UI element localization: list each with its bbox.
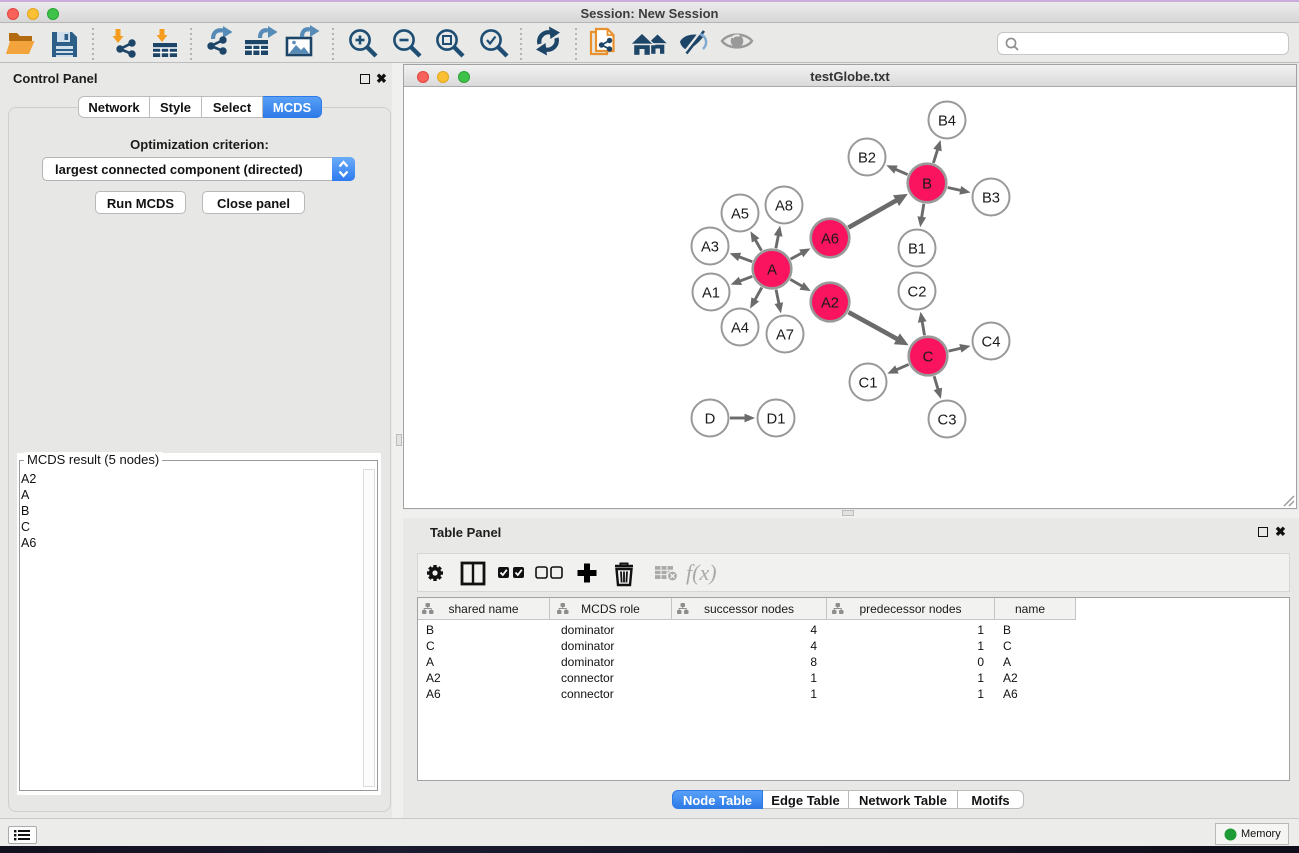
svg-text:f(x): f(x) xyxy=(686,560,717,585)
svg-text:B4: B4 xyxy=(938,113,956,129)
svg-text:B: B xyxy=(922,176,932,192)
svg-text:C1: C1 xyxy=(859,375,878,391)
svg-text:A3: A3 xyxy=(701,239,719,255)
svg-text:B2: B2 xyxy=(858,150,876,166)
svg-text:A6: A6 xyxy=(821,231,839,247)
svg-text:A5: A5 xyxy=(731,206,749,222)
svg-text:A4: A4 xyxy=(731,320,749,336)
svg-text:D1: D1 xyxy=(767,411,786,427)
svg-text:A7: A7 xyxy=(776,327,794,343)
svg-text:B3: B3 xyxy=(982,190,1000,206)
svg-text:D: D xyxy=(705,411,716,427)
svg-text:B1: B1 xyxy=(908,241,926,257)
svg-text:C3: C3 xyxy=(938,412,957,428)
svg-text:A8: A8 xyxy=(775,198,793,214)
svg-text:C4: C4 xyxy=(982,334,1001,350)
svg-text:A2: A2 xyxy=(821,295,839,311)
svg-text:A1: A1 xyxy=(702,285,720,301)
svg-text:C: C xyxy=(923,349,934,365)
svg-text:A: A xyxy=(767,262,777,278)
svg-text:C2: C2 xyxy=(908,284,927,300)
